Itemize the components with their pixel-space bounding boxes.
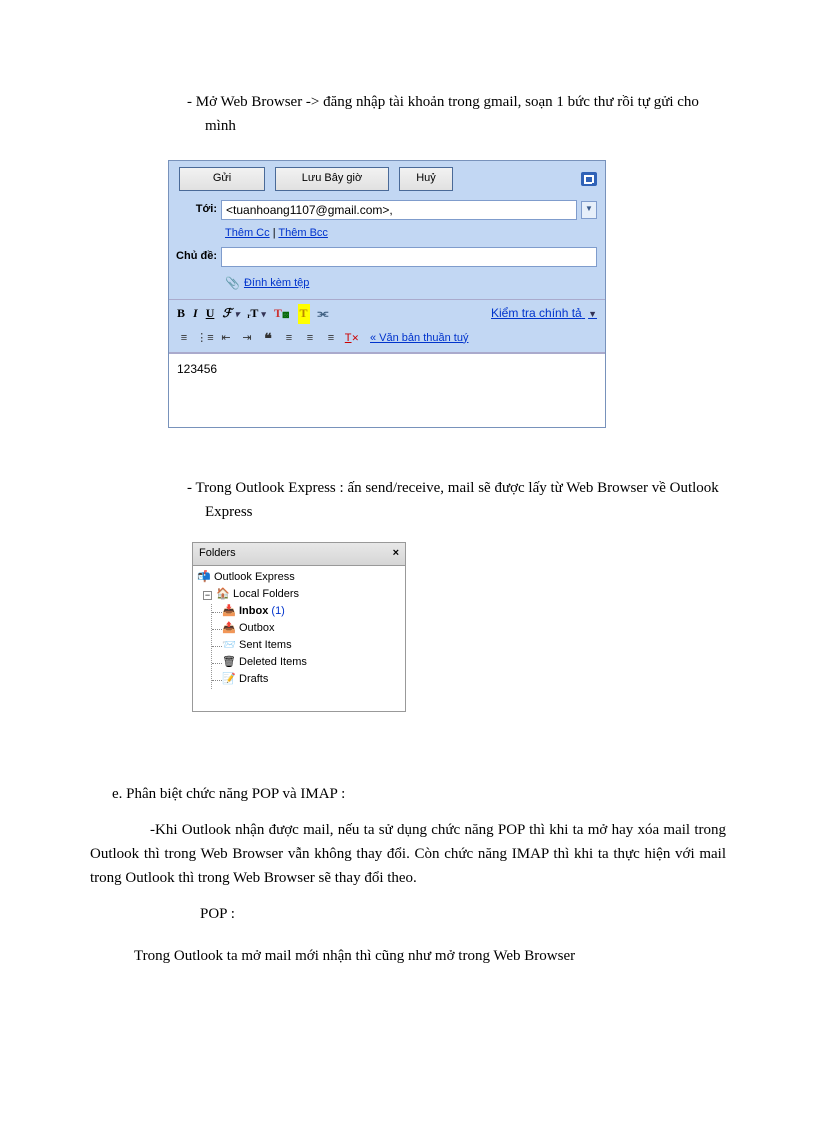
outlook-express-icon: 📬 [197, 571, 211, 585]
bold-icon[interactable]: B [177, 304, 185, 323]
font-family-picker[interactable]: ℱ▾ [222, 304, 239, 323]
save-now-button[interactable]: Lưu Bây giờ [275, 167, 389, 191]
folders-pane-title: Folders [199, 545, 236, 563]
add-bcc-link[interactable]: Thêm Bcc [278, 227, 328, 239]
format-toolbar-row1: B I U ℱ▾ ᵣT▾ T▩ T ⫘ Kiểm tra chính tả ▼ [169, 299, 605, 327]
pop-imap-paragraph: -Khi Outlook nhận được mail, nếu ta sử d… [90, 818, 726, 890]
local-folders-icon: 🏠 [216, 588, 230, 602]
folder-outbox[interactable]: 📤 Outbox [212, 621, 405, 638]
popout-icon[interactable] [581, 172, 597, 186]
folder-drafts[interactable]: 📝 Drafts [212, 672, 405, 689]
send-button[interactable]: Gửi [179, 167, 265, 191]
sent-items-icon: 📨 [222, 639, 236, 653]
indent-icon[interactable]: ⇥ [240, 332, 254, 344]
format-toolbar-row2: ≡ ⋮≡ ⇤ ⇥ ❝ ≡ ≡ ≡ T✕ « Văn bản thuần tuý [169, 328, 605, 354]
subject-input[interactable] [221, 247, 597, 267]
link-icon[interactable]: ⫘ [318, 304, 329, 323]
compose-body[interactable]: 123456 [169, 353, 605, 427]
outdent-icon[interactable]: ⇤ [219, 332, 233, 344]
bulleted-list-icon[interactable]: ⋮≡ [198, 332, 212, 344]
font-size-picker[interactable]: ᵣT▾ [247, 304, 266, 323]
italic-icon[interactable]: I [193, 304, 198, 323]
outlook-folders-screenshot: Folders × 📬 Outlook Express − 🏠 Local Fo… [192, 542, 726, 712]
numbered-list-icon[interactable]: ≡ [177, 332, 191, 344]
attach-file-link[interactable]: Đính kèm tệp [244, 275, 309, 293]
drafts-icon: 📝 [222, 673, 236, 687]
underline-icon[interactable]: U [206, 304, 215, 323]
instruction-bullet-1: Mở Web Browser -> đăng nhập tài khoản tr… [205, 90, 726, 138]
cc-bcc-links: Thêm Cc | Thêm Bcc [169, 223, 605, 245]
pop-label: POP : [200, 902, 726, 926]
folder-sent-items[interactable]: 📨 Sent Items [212, 638, 405, 655]
instruction-bullet-2: Trong Outlook Express : ấn send/receive,… [205, 476, 726, 524]
inbox-icon: 📥 [222, 605, 236, 619]
align-right-icon[interactable]: ≡ [324, 332, 338, 344]
expand-recipients-icon[interactable]: ▼ [581, 201, 597, 219]
deleted-items-icon: 🗑 [222, 656, 236, 670]
pop-behavior-paragraph: Trong Outlook ta mở mail mới nhận thì cũ… [134, 944, 726, 968]
quote-icon[interactable]: ❝ [261, 332, 275, 344]
tree-root[interactable]: 📬 Outlook Express [197, 570, 405, 587]
tree-local-folders[interactable]: − 🏠 Local Folders [197, 587, 405, 604]
attachment-icon: 📎 [225, 274, 240, 293]
section-e-heading: e. Phân biệt chức năng POP và IMAP : [112, 782, 726, 806]
to-input[interactable] [221, 200, 577, 220]
close-icon[interactable]: × [393, 545, 399, 563]
spellcheck-link[interactable]: Kiểm tra chính tả ▼ [491, 304, 597, 323]
outbox-icon: 📤 [222, 622, 236, 636]
gmail-compose-screenshot: Gửi Lưu Bây giờ Huỷ Tới: ▼ Thêm Cc | Thê… [168, 160, 726, 428]
folder-inbox[interactable]: 📥 Inbox (1) [212, 604, 405, 621]
add-cc-link[interactable]: Thêm Cc [225, 227, 270, 239]
highlight-icon[interactable]: T [298, 304, 310, 323]
to-label: Tới: [173, 201, 221, 219]
plain-text-link[interactable]: « Văn bản thuần tuý [370, 330, 468, 348]
cancel-button[interactable]: Huỷ [399, 167, 453, 191]
align-left-icon[interactable]: ≡ [282, 332, 296, 344]
collapse-icon[interactable]: − [203, 591, 212, 600]
inbox-unread-count: (1) [271, 603, 284, 621]
folder-deleted-items[interactable]: 🗑 Deleted Items [212, 655, 405, 672]
align-center-icon[interactable]: ≡ [303, 332, 317, 344]
remove-format-icon[interactable]: T✕ [345, 332, 359, 344]
subject-label: Chủ đề: [173, 248, 221, 266]
text-color-icon[interactable]: T▩ [274, 304, 290, 323]
